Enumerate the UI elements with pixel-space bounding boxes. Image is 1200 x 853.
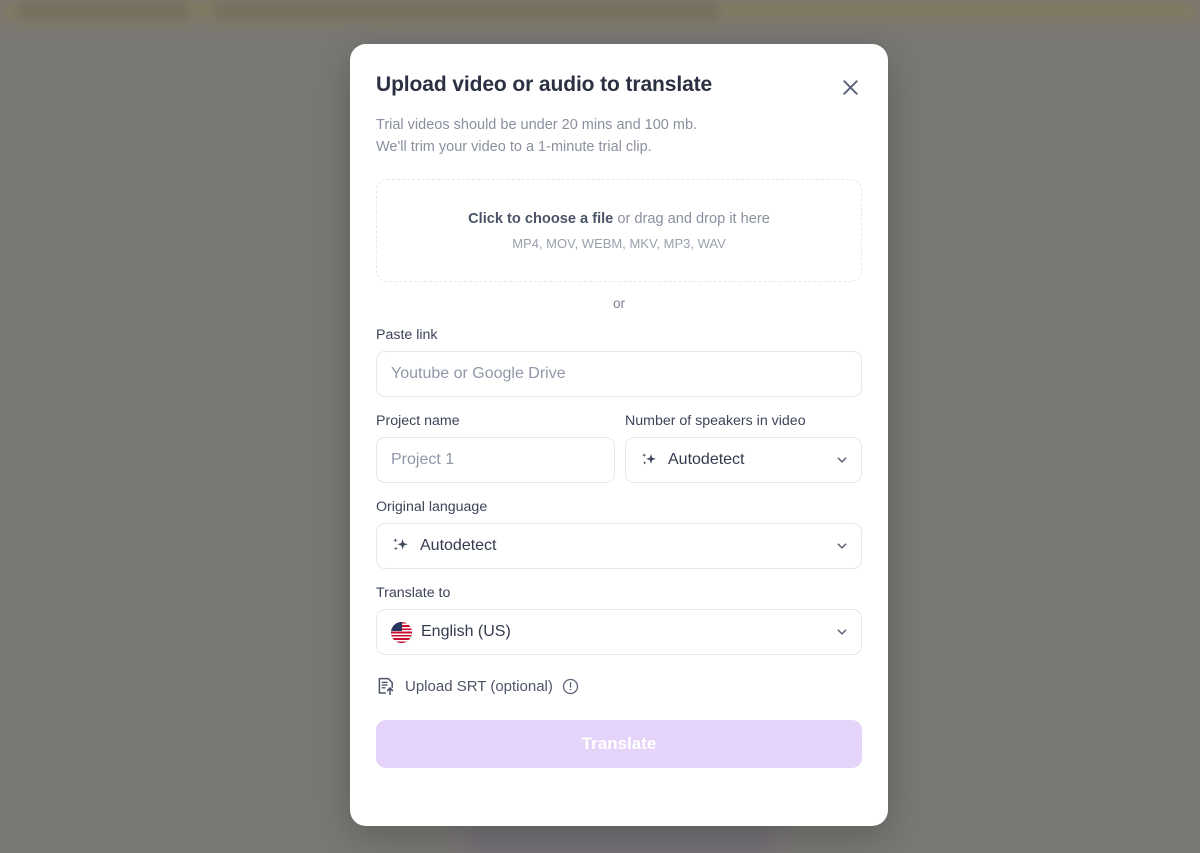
speakers-select[interactable]: Autodetect [625,437,862,484]
page-title: Upload video or audio to translate [376,73,713,96]
project-name-group: Project name [376,413,615,484]
upload-srt-label: Upload SRT (optional) [405,677,553,695]
speakers-label: Number of speakers in video [625,413,806,430]
modal-subtitle-line-2: We'll trim your video to a 1-minute tria… [376,139,652,156]
sparkle-icon [393,538,408,551]
translate-to-select-left: English (US) [391,621,511,643]
speakers-value: Autodetect [668,451,745,469]
upload-srt-row[interactable]: Upload SRT (optional) [376,676,862,696]
dropzone-formats: MP4, MOV, WEBM, MKV, MP3, WAV [512,235,726,251]
project-name-input[interactable] [376,437,615,484]
info-circle-icon[interactable] [562,678,579,695]
dropzone-cta-rest: or drag and drop it here [613,210,770,227]
translate-to-select[interactable]: English (US) [376,609,862,656]
dropzone-cta-link[interactable]: Click to choose a file [468,211,613,227]
dropzone-cta: Click to choose a file or drag and drop … [468,211,770,227]
original-language-value: Autodetect [420,537,497,555]
translate-to-value: English (US) [421,623,511,641]
original-language-select[interactable]: Autodetect [376,523,862,570]
chevron-down-icon [837,457,847,463]
chevron-down-icon [837,629,847,635]
file-dropzone[interactable]: Click to choose a file or drag and drop … [376,179,862,283]
paste-link-label: Paste link [376,327,438,344]
project-name-label: Project name [376,413,460,430]
speakers-group: Number of speakers in video Autodetect [625,413,862,484]
close-icon [842,79,858,95]
modal-header: Upload video or audio to translate [376,44,862,101]
translate-to-label: Translate to [376,585,451,602]
sparkle-icon [642,452,656,465]
original-language-select-left: Autodetect [391,536,497,556]
paste-link-group: Paste link [376,327,862,398]
close-button[interactable] [836,73,864,101]
modal-subtitle-line-1: Trial videos should be under 20 mins and… [376,117,698,133]
modal-subtitle: Trial videos should be under 20 mins and… [376,114,862,158]
chevron-down-icon [837,543,847,549]
original-language-label: Original language [376,499,488,516]
paste-link-input[interactable] [376,351,862,398]
speakers-select-left: Autodetect [640,451,745,470]
translate-to-group: Translate to English (US) [376,585,862,656]
upload-modal: Upload video or audio to translate Trial… [350,44,888,826]
document-upload-icon [378,677,394,696]
translate-button[interactable]: Translate [376,720,862,769]
original-language-group: Original language Autodetect [376,499,862,570]
us-flag-icon [391,621,412,643]
project-and-speakers-row: Project name Number of speakers in video… [376,413,862,484]
separator-or: or [612,296,625,312]
